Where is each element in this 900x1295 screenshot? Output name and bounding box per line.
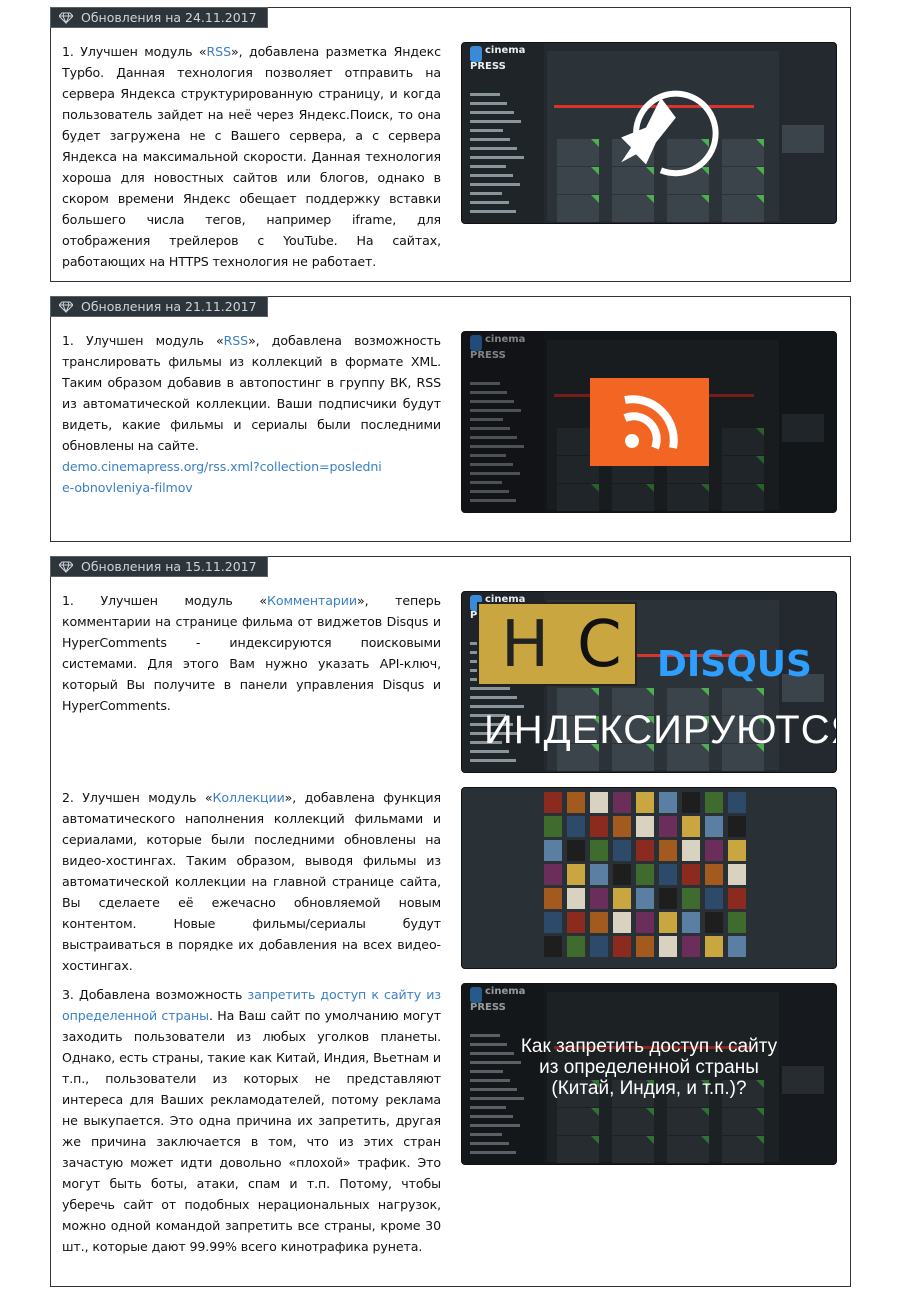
movie-poster bbox=[659, 816, 677, 837]
rss-icon bbox=[590, 378, 709, 466]
diamond-icon bbox=[59, 12, 73, 24]
movie-poster bbox=[705, 816, 723, 837]
section-tag: Обновления на 24.11.2017 bbox=[50, 7, 268, 28]
movie-poster bbox=[705, 936, 723, 957]
movie-poster bbox=[728, 816, 746, 837]
movie-poster bbox=[636, 888, 654, 909]
movie-poster bbox=[728, 888, 746, 909]
movie-poster bbox=[590, 912, 608, 933]
hc-disqus-banner: cinemaPRESS H C DISQUS ИНДЕКСИРУЮТСЯ bbox=[461, 591, 837, 773]
movie-poster bbox=[613, 792, 631, 813]
section-title: Обновления на 24.11.2017 bbox=[81, 10, 257, 25]
movie-poster bbox=[567, 936, 585, 957]
movie-poster bbox=[544, 864, 562, 885]
movie-poster bbox=[636, 936, 654, 957]
movie-poster bbox=[567, 816, 585, 837]
movie-poster bbox=[659, 936, 677, 957]
update-text: 2. Улучшен модуль «Коллекции», добавлена… bbox=[62, 790, 441, 973]
movie-poster bbox=[590, 792, 608, 813]
collections-link[interactable]: Коллекции bbox=[213, 790, 285, 805]
movie-poster bbox=[705, 792, 723, 813]
movie-poster bbox=[613, 888, 631, 909]
movie-poster bbox=[636, 840, 654, 861]
movie-poster bbox=[659, 792, 677, 813]
rss-link[interactable]: RSS bbox=[207, 44, 232, 59]
update-text: 1. Улучшен модуль «RSS», добавлена возмо… bbox=[62, 330, 441, 498]
rocket-icon bbox=[621, 90, 719, 177]
movie-poster bbox=[682, 912, 700, 933]
movie-poster bbox=[544, 792, 562, 813]
movie-poster bbox=[613, 936, 631, 957]
update-section-2017-11-24: Обновления на 24.11.2017 1. Улучшен моду… bbox=[50, 7, 851, 282]
movie-poster bbox=[636, 912, 654, 933]
movie-poster bbox=[728, 912, 746, 933]
movie-poster bbox=[544, 816, 562, 837]
movie-poster bbox=[682, 864, 700, 885]
movie-poster bbox=[544, 888, 562, 909]
movie-poster bbox=[659, 864, 677, 885]
hypercomments-logo: H C bbox=[477, 602, 637, 686]
diamond-icon bbox=[59, 301, 73, 313]
movie-poster bbox=[590, 888, 608, 909]
movie-poster bbox=[613, 840, 631, 861]
admin-screenshot-rocket: cinema PRESS bbox=[461, 42, 837, 224]
movie-poster bbox=[636, 792, 654, 813]
update-section-2017-11-15: Обновления на 15.11.2017 1. Улучшен моду… bbox=[50, 556, 851, 1287]
movie-poster bbox=[682, 888, 700, 909]
movie-poster bbox=[659, 840, 677, 861]
movie-poster bbox=[728, 936, 746, 957]
movie-poster bbox=[544, 936, 562, 957]
movie-poster bbox=[613, 864, 631, 885]
movie-poster bbox=[590, 840, 608, 861]
section-title: Обновления на 21.11.2017 bbox=[81, 299, 257, 314]
section-tag: Обновления на 21.11.2017 bbox=[50, 296, 268, 317]
movie-poster bbox=[613, 816, 631, 837]
section-title: Обновления на 15.11.2017 bbox=[81, 559, 257, 574]
movie-poster bbox=[613, 912, 631, 933]
movie-poster bbox=[590, 936, 608, 957]
movie-poster bbox=[682, 840, 700, 861]
movie-poster bbox=[728, 840, 746, 861]
movie-poster bbox=[567, 840, 585, 861]
banner-caption: ИНДЕКСИРУЮТСЯ bbox=[484, 708, 837, 752]
movie-poster bbox=[544, 912, 562, 933]
movie-poster bbox=[636, 816, 654, 837]
movie-poster bbox=[705, 840, 723, 861]
movie-poster bbox=[728, 864, 746, 885]
movie-poster bbox=[705, 888, 723, 909]
movie-poster bbox=[728, 792, 746, 813]
diamond-icon bbox=[59, 561, 73, 573]
movie-poster bbox=[567, 792, 585, 813]
movie-poster bbox=[590, 864, 608, 885]
movie-poster bbox=[544, 840, 562, 861]
update-text: 3. Добавлена возможность запретить досту… bbox=[62, 987, 441, 1254]
movie-poster bbox=[659, 912, 677, 933]
section-tag: Обновления на 15.11.2017 bbox=[50, 556, 268, 577]
disqus-logo: DISQUS bbox=[657, 644, 812, 685]
rss-collection-url-link[interactable]: demo.cinemapress.org/rss.xml?collection=… bbox=[62, 456, 382, 498]
movie-poster bbox=[705, 864, 723, 885]
movie-poster bbox=[590, 816, 608, 837]
update-text: 1. Улучшен модуль «Комментарии», теперь … bbox=[62, 593, 442, 713]
banner-caption: Как запретить доступ к сайту из определен… bbox=[520, 1036, 778, 1099]
update-section-2017-11-21: Обновления на 21.11.2017 1. Улучшен моду… bbox=[50, 296, 851, 542]
movie-poster bbox=[567, 864, 585, 885]
movie-poster bbox=[567, 912, 585, 933]
movie-poster bbox=[705, 912, 723, 933]
movie-poster bbox=[659, 888, 677, 909]
movie-poster bbox=[636, 864, 654, 885]
movie-posters-grid bbox=[461, 787, 837, 969]
admin-screenshot-rss: cinema PRESS bbox=[461, 331, 837, 513]
movie-poster bbox=[682, 816, 700, 837]
movie-poster bbox=[682, 936, 700, 957]
rss-link[interactable]: RSS bbox=[224, 333, 249, 348]
movie-poster bbox=[567, 888, 585, 909]
update-text: 1. Улучшен модуль «RSS», добавлена разме… bbox=[62, 44, 441, 269]
country-ban-banner: cinema PRESS Как запретить доступ к сайту… bbox=[461, 983, 837, 1165]
movie-poster bbox=[682, 792, 700, 813]
comments-link[interactable]: Комментарии bbox=[267, 593, 357, 608]
